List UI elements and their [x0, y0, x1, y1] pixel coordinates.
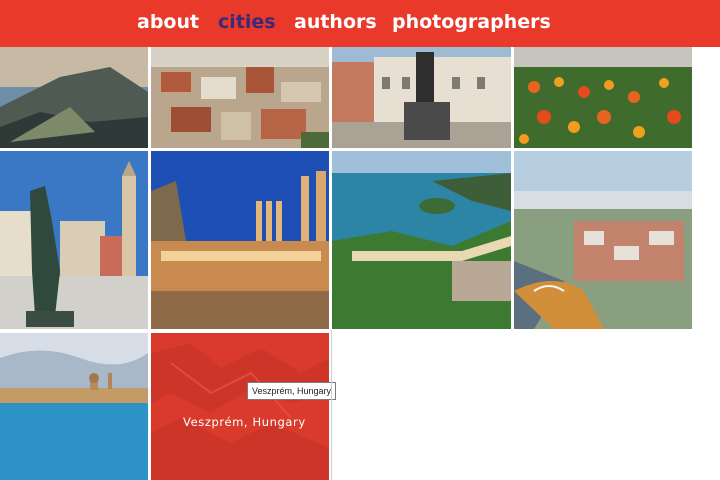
grid-divider: [331, 330, 332, 480]
city-photo-tile-bronze-statue-piazza[interactable]: [0, 151, 148, 329]
city-photo-tile-roman-theatre[interactable]: [151, 151, 329, 329]
hover-tooltip: Veszprém, Hungary: [247, 382, 337, 400]
nav-item-about[interactable]: about: [137, 10, 199, 34]
nav-item-authors[interactable]: authors: [294, 10, 377, 34]
city-photo-tile-bay-aerial[interactable]: [332, 151, 511, 329]
city-tile-caption: Veszprém, Hungary: [183, 415, 306, 429]
nav-item-photographers[interactable]: photographers: [392, 10, 551, 34]
city-tile-hovered-veszprem[interactable]: Veszprém, Hungary: [151, 333, 329, 480]
nav-item-cities[interactable]: cities: [218, 10, 276, 34]
city-photo-tile-river-town-aerial[interactable]: [514, 151, 692, 329]
city-photo-tile-rooftops[interactable]: [151, 47, 329, 148]
city-photo-tile-coastal-cliffs[interactable]: [0, 47, 148, 148]
city-photo-tile-tulips[interactable]: [514, 47, 692, 148]
city-photo-tile-harbour-skyline[interactable]: [0, 333, 148, 480]
city-photo-tile-statue-square[interactable]: [332, 47, 511, 148]
top-navigation-bar: about cities authors photographers: [0, 0, 720, 47]
